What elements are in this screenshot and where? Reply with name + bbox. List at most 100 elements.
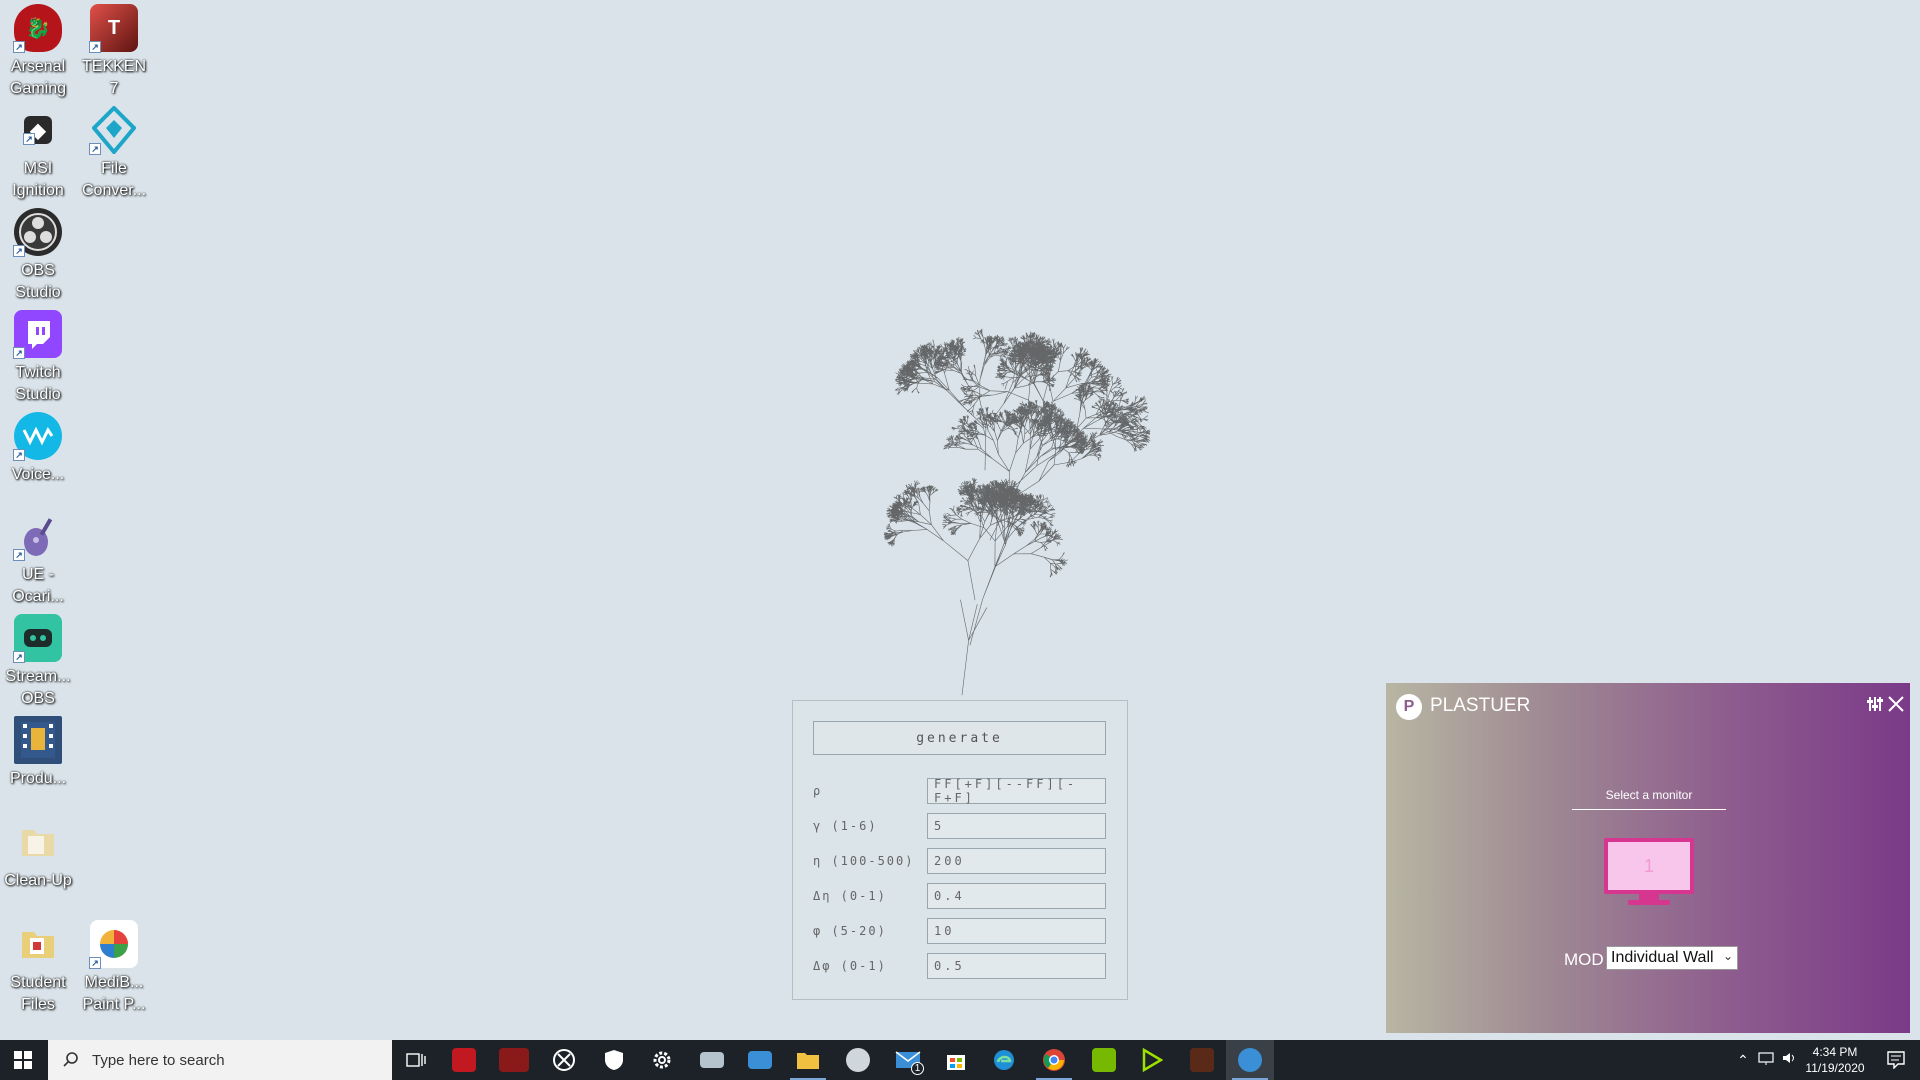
- system-tray: ⌃: [1732, 1040, 1802, 1080]
- taskbar-msi-dragon[interactable]: [440, 1040, 488, 1080]
- mode-label: MOD: [1564, 950, 1604, 969]
- param-input-delta-phi[interactable]: 0.5: [927, 953, 1106, 979]
- desktop-icon-label: OBS Studio: [15, 262, 61, 301]
- desktop-icon-file-converter[interactable]: ↗ File Conver...: [76, 106, 152, 202]
- param-row-phi: φ (5-20) 10: [813, 917, 1106, 945]
- taskbar-xbox[interactable]: [540, 1040, 588, 1080]
- mode-select-value: Individual Wall: [1611, 949, 1714, 966]
- msi-dragon-icon: [452, 1048, 476, 1072]
- voicemod-icon: ↗: [13, 412, 62, 461]
- taskbar-app-green[interactable]: [1128, 1040, 1176, 1080]
- taskbar-edge[interactable]: [980, 1040, 1028, 1080]
- taskbar-settings[interactable]: [638, 1040, 686, 1080]
- desktop-icon-student-files[interactable]: Student Files: [0, 920, 76, 1016]
- taskbar-file-explorer[interactable]: [784, 1040, 832, 1080]
- chevron-up-icon[interactable]: ⌃: [1732, 1052, 1754, 1069]
- taskbar-mail[interactable]: 1: [884, 1040, 932, 1080]
- taskbar-security[interactable]: [590, 1040, 638, 1080]
- param-label: γ (1-6): [813, 819, 878, 833]
- taskbar-paint[interactable]: [834, 1040, 882, 1080]
- plastuer-app-icon: [1238, 1048, 1262, 1072]
- taskbar-chrome[interactable]: [1030, 1040, 1078, 1080]
- clock-date: 11/19/2020: [1805, 1061, 1865, 1075]
- param-label: ρ: [813, 784, 823, 798]
- desktop-icon-label: MSI Ignition: [12, 160, 64, 199]
- param-row-gamma: γ (1-6) 5: [813, 812, 1106, 840]
- taskbar: Type here to search 1 ⌃ 4:34 PM 11/19/20…: [0, 1040, 1920, 1080]
- desktop-icon-voicemod[interactable]: ↗ Voice...: [0, 412, 76, 486]
- desktop-icon-twitch-studio[interactable]: ↗ Twitch Studio: [0, 310, 76, 406]
- film-icon: [14, 716, 62, 764]
- desktop-icon-label: Produ...: [9, 770, 67, 787]
- tekken-icon: [499, 1048, 529, 1072]
- divider: [1572, 809, 1726, 810]
- msi-shield-icon: ◆ ↗: [23, 116, 52, 145]
- param-input-rho[interactable]: FF[+F][--FF][-F+F]: [927, 777, 1106, 805]
- plastuer-title: PLASTUER: [1430, 695, 1531, 716]
- shield-icon: [605, 1050, 623, 1070]
- volume-icon[interactable]: [1778, 1051, 1802, 1070]
- taskbar-app-rog[interactable]: [1178, 1040, 1226, 1080]
- taskbar-news[interactable]: [736, 1040, 784, 1080]
- close-icon[interactable]: [1886, 694, 1906, 714]
- taskbar-search[interactable]: Type here to search: [48, 1040, 392, 1080]
- play-triangle-icon: [1142, 1048, 1163, 1072]
- param-row-delta-eta: Δη (0-1) 0.4: [813, 882, 1106, 910]
- param-input-delta-eta[interactable]: 0.4: [927, 883, 1106, 909]
- taskbar-nvidia[interactable]: [1080, 1040, 1128, 1080]
- taskbar-clock[interactable]: 4:34 PM 11/19/2020: [1800, 1044, 1870, 1076]
- twitch-icon: ↗: [13, 310, 62, 359]
- monitor-number: 1: [1604, 838, 1694, 894]
- monitor-base: [1628, 900, 1670, 905]
- generate-button[interactable]: generate: [813, 721, 1106, 755]
- desktop-icon-arsenal-gaming[interactable]: 🐉 ↗ Arsenal Gaming: [0, 4, 76, 100]
- search-icon: [63, 1052, 78, 1067]
- desktop-icon-label: TEKKEN 7: [81, 58, 146, 97]
- xbox-icon: [553, 1049, 575, 1071]
- taskbar-keyboard-app[interactable]: [688, 1040, 736, 1080]
- desktop-icon-label: Student Files: [10, 974, 66, 1013]
- diamond-icon: ↗: [89, 106, 138, 155]
- desktop-icon-label: Voice...: [11, 466, 65, 483]
- taskbar-tekken[interactable]: [490, 1040, 538, 1080]
- desktop-icon-tekken[interactable]: T ↗ TEKKEN 7: [76, 4, 152, 100]
- param-input-gamma[interactable]: 5: [927, 813, 1106, 839]
- task-view-icon: [406, 1053, 426, 1067]
- desktop-icon-ue-ocarina[interactable]: ↗ UE - Ocari...: [0, 512, 76, 608]
- keyboard-icon: [700, 1052, 724, 1068]
- param-row-eta: η (100-500) 200: [813, 847, 1106, 875]
- nvidia-icon: [1092, 1048, 1116, 1072]
- notification-icon: [1887, 1051, 1905, 1069]
- plastuer-window: P PLASTUER Select a monitor 1 MOD Indivi…: [1386, 683, 1910, 1033]
- folder-icon: [14, 818, 62, 866]
- streamlabs-icon: ↗: [13, 614, 62, 663]
- windows-logo-icon: [14, 1051, 32, 1069]
- medibang-icon: ↗: [89, 920, 138, 969]
- desktop-icon-obs-studio[interactable]: ↗ OBS Studio: [0, 208, 76, 304]
- chevron-down-icon: ⌄: [1722, 949, 1733, 963]
- taskbar-plastuer[interactable]: [1226, 1040, 1274, 1080]
- desktop-icon-production[interactable]: Produ...: [0, 716, 76, 790]
- paint-icon: [846, 1048, 870, 1072]
- rog-icon: [1190, 1048, 1214, 1072]
- mode-select[interactable]: Individual Wall ⌄: [1606, 946, 1738, 970]
- monitor-1-button[interactable]: 1: [1604, 838, 1694, 910]
- search-placeholder: Type here to search: [92, 1051, 225, 1069]
- network-icon[interactable]: [1754, 1051, 1778, 1070]
- msi-dragon-icon: 🐉 ↗: [13, 4, 62, 53]
- action-center-button[interactable]: [1872, 1040, 1920, 1080]
- start-button[interactable]: [0, 1040, 46, 1080]
- desktop-icon-streamlabs-obs[interactable]: ↗ Stream... OBS: [0, 614, 76, 710]
- desktop-icon-label: MediB... Paint P...: [82, 974, 146, 1013]
- desktop-icon-medibang[interactable]: ↗ MediB... Paint P...: [76, 920, 152, 1016]
- task-view-button[interactable]: [392, 1040, 440, 1080]
- desktop-icon-msi-ignition[interactable]: ◆ ↗ MSI Ignition: [0, 106, 76, 202]
- desktop-icon-clean-up[interactable]: Clean-Up: [0, 818, 76, 892]
- taskbar-store[interactable]: [932, 1040, 980, 1080]
- desktop-icon-label: UE - Ocari...: [12, 566, 64, 605]
- param-input-eta[interactable]: 200: [927, 848, 1106, 874]
- tekken-icon: T ↗: [89, 4, 138, 53]
- plastuer-logo: P: [1396, 694, 1422, 720]
- param-input-phi[interactable]: 10: [927, 918, 1106, 944]
- sliders-icon[interactable]: [1866, 695, 1884, 713]
